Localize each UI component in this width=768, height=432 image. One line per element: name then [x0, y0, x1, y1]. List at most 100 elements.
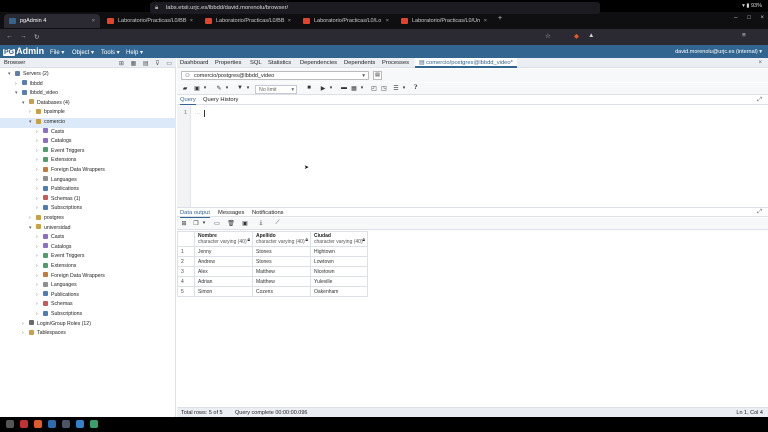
close-icon[interactable]: ×	[386, 18, 389, 24]
table-row[interactable]: 4 Adrian Matthew Yuleville	[177, 276, 368, 287]
menu-tools[interactable]: Tools ▾	[101, 49, 120, 56]
back-icon[interactable]: ←	[6, 33, 13, 40]
column-header-apellido[interactable]: Apellido character varying (40) 🔒︎	[252, 231, 311, 247]
tree-node[interactable]: › Login/Group Roles (12)	[22, 320, 91, 330]
chevron-right-icon[interactable]: ›	[36, 262, 43, 272]
tree-node[interactable]: › Extensions	[36, 156, 76, 166]
open-file-icon[interactable]: ▰	[181, 85, 189, 94]
chevron-right-icon[interactable]: ›	[36, 233, 43, 243]
chevron-down-icon[interactable]: ▾	[245, 85, 251, 94]
brave-shield-icon[interactable]: ◆	[574, 32, 579, 40]
tab-properties[interactable]: Properties	[215, 60, 241, 66]
tree-node[interactable]: › Schemas (1)	[36, 195, 80, 205]
forward-icon[interactable]: →	[20, 33, 27, 40]
app-icon-7[interactable]	[90, 420, 98, 428]
tab-messages[interactable]: Messages	[218, 210, 244, 216]
paste-icon[interactable]: ▭	[213, 220, 221, 229]
new-tab-button[interactable]: +	[498, 15, 502, 22]
menu-file[interactable]: File ▾	[50, 49, 64, 56]
explain-icon[interactable]: ▬	[340, 85, 348, 94]
save-icon[interactable]: ▣	[193, 85, 201, 94]
rewards-icon[interactable]: ▲	[588, 32, 594, 39]
chevron-right-icon[interactable]: ›	[36, 166, 43, 176]
browser-tab-pgadmin[interactable]: pgAdmin 4 ×	[4, 14, 100, 28]
edit-icon[interactable]: ✎	[215, 85, 223, 94]
chevron-right-icon[interactable]: ›	[36, 291, 43, 301]
close-icon[interactable]: ×	[92, 18, 95, 24]
menu-object[interactable]: Object ▾	[72, 49, 94, 56]
tree-node[interactable]: › lbbdd	[15, 80, 43, 90]
app-launcher-icon[interactable]	[6, 420, 14, 428]
chevron-down-icon[interactable]: ▾	[15, 89, 22, 99]
tree-node[interactable]: ▾ Databases (4)	[22, 99, 70, 109]
delete-icon[interactable]: 🗑︎	[227, 220, 235, 229]
connection-select[interactable]: ⚇ comercio/postgres@lbbdd_video ▾	[181, 71, 369, 80]
tree-node[interactable]: › Schemas	[36, 300, 73, 310]
chevron-right-icon[interactable]: ›	[29, 108, 36, 118]
new-connection-button[interactable]: ▤	[373, 71, 382, 80]
tree-node[interactable]: ▾ comercio	[0, 118, 176, 128]
column-header-nombre[interactable]: Nombre character varying (40) 🔒︎	[194, 231, 253, 247]
chevron-right-icon[interactable]: ›	[36, 243, 43, 253]
properties-icon[interactable]: ▦	[131, 61, 137, 67]
clear-icon[interactable]: ☰	[392, 85, 400, 94]
chevron-right-icon[interactable]: ›	[22, 329, 29, 339]
sql-editor[interactable]: 1 ··· ➤	[177, 106, 768, 207]
browser-tab-2[interactable]: Laboratorio/Practicas/L0/BB ×	[102, 14, 198, 28]
table-row[interactable]: 5 Simon Cozens Oakenham	[177, 286, 368, 297]
explain-analyze-icon[interactable]: ▦	[350, 85, 358, 94]
chevron-right-icon[interactable]: ›	[36, 128, 43, 138]
tree-node[interactable]: › Catalogs	[36, 137, 71, 147]
chevron-down-icon[interactable]: ▾	[328, 85, 334, 94]
chevron-right-icon[interactable]: ›	[36, 176, 43, 186]
object-explorer-icon[interactable]: ⊞	[119, 61, 124, 67]
tab-data-output[interactable]: Data output	[180, 210, 210, 218]
download-icon[interactable]: ⤓	[257, 220, 265, 229]
tree-node[interactable]: › Subscriptions	[36, 204, 82, 214]
terminal-icon[interactable]: ▭	[166, 61, 172, 67]
filter-icon[interactable]: ⊽	[155, 61, 159, 67]
tree-node[interactable]: › bpsimple	[29, 108, 65, 118]
row-number-header[interactable]	[177, 231, 195, 247]
tree-node[interactable]: › postgres	[29, 214, 64, 224]
tab-sql[interactable]: SQL	[250, 60, 262, 66]
maximize-icon[interactable]: □	[747, 15, 751, 21]
chevron-down-icon[interactable]: ▾	[224, 85, 230, 94]
vscode-icon[interactable]	[48, 420, 56, 428]
tab-processes[interactable]: Processes	[382, 60, 409, 66]
tree-node[interactable]: › Casts	[36, 233, 64, 243]
chevron-right-icon[interactable]: ›	[36, 156, 43, 166]
close-icon[interactable]: ×	[190, 18, 193, 24]
chevron-right-icon[interactable]: ›	[15, 80, 22, 90]
help-icon[interactable]: ❓︎	[411, 85, 420, 94]
chevron-right-icon[interactable]: ›	[36, 137, 43, 147]
user-menu[interactable]: david.morenolu@urjc.es (internal) ▾	[675, 49, 762, 55]
tab-statistics[interactable]: Statistics	[268, 60, 291, 66]
tree-node[interactable]: › Languages	[36, 176, 77, 186]
files-app-icon[interactable]	[76, 420, 84, 428]
menu-help[interactable]: Help ▾	[126, 49, 143, 56]
graph-visualiser-icon[interactable]: ⟋	[273, 220, 282, 229]
tree-node[interactable]: › Foreign Data Wrappers	[36, 272, 105, 282]
chevron-right-icon[interactable]: ›	[29, 214, 36, 224]
tree-node[interactable]: › Foreign Data Wrappers	[36, 166, 105, 176]
tree-node[interactable]: › Event Triggers	[36, 147, 84, 157]
tree-node[interactable]: › Publications	[36, 291, 79, 301]
tree-node[interactable]: ▾ Servers (2)	[8, 70, 49, 80]
tree-node[interactable]: ▾ lbbdd_video	[15, 89, 58, 99]
browser-tab-3[interactable]: Laboratorio/Practicas/L0/BB ×	[200, 14, 296, 28]
row-limit-select[interactable]: No limit ▾	[255, 84, 297, 94]
table-row[interactable]: 3 Alex Matthew Nicetown	[177, 266, 368, 277]
commit-icon[interactable]: ◰	[370, 85, 378, 94]
execute-icon[interactable]: ▶	[319, 85, 327, 94]
chevron-right-icon[interactable]: ›	[36, 281, 43, 291]
chevron-right-icon[interactable]: ›	[36, 185, 43, 195]
save-data-icon[interactable]: ▣	[241, 220, 249, 229]
chevron-down-icon[interactable]: ▾	[202, 85, 208, 94]
chevron-right-icon[interactable]: ›	[22, 320, 29, 330]
rollback-icon[interactable]: ◳	[380, 85, 388, 94]
chevron-right-icon[interactable]: ›	[36, 195, 43, 205]
tree-node[interactable]: › Catalogs	[36, 243, 71, 253]
table-icon[interactable]: ▤	[143, 61, 149, 67]
table-row[interactable]: 1 Jenny Stones Hightown	[177, 246, 368, 257]
